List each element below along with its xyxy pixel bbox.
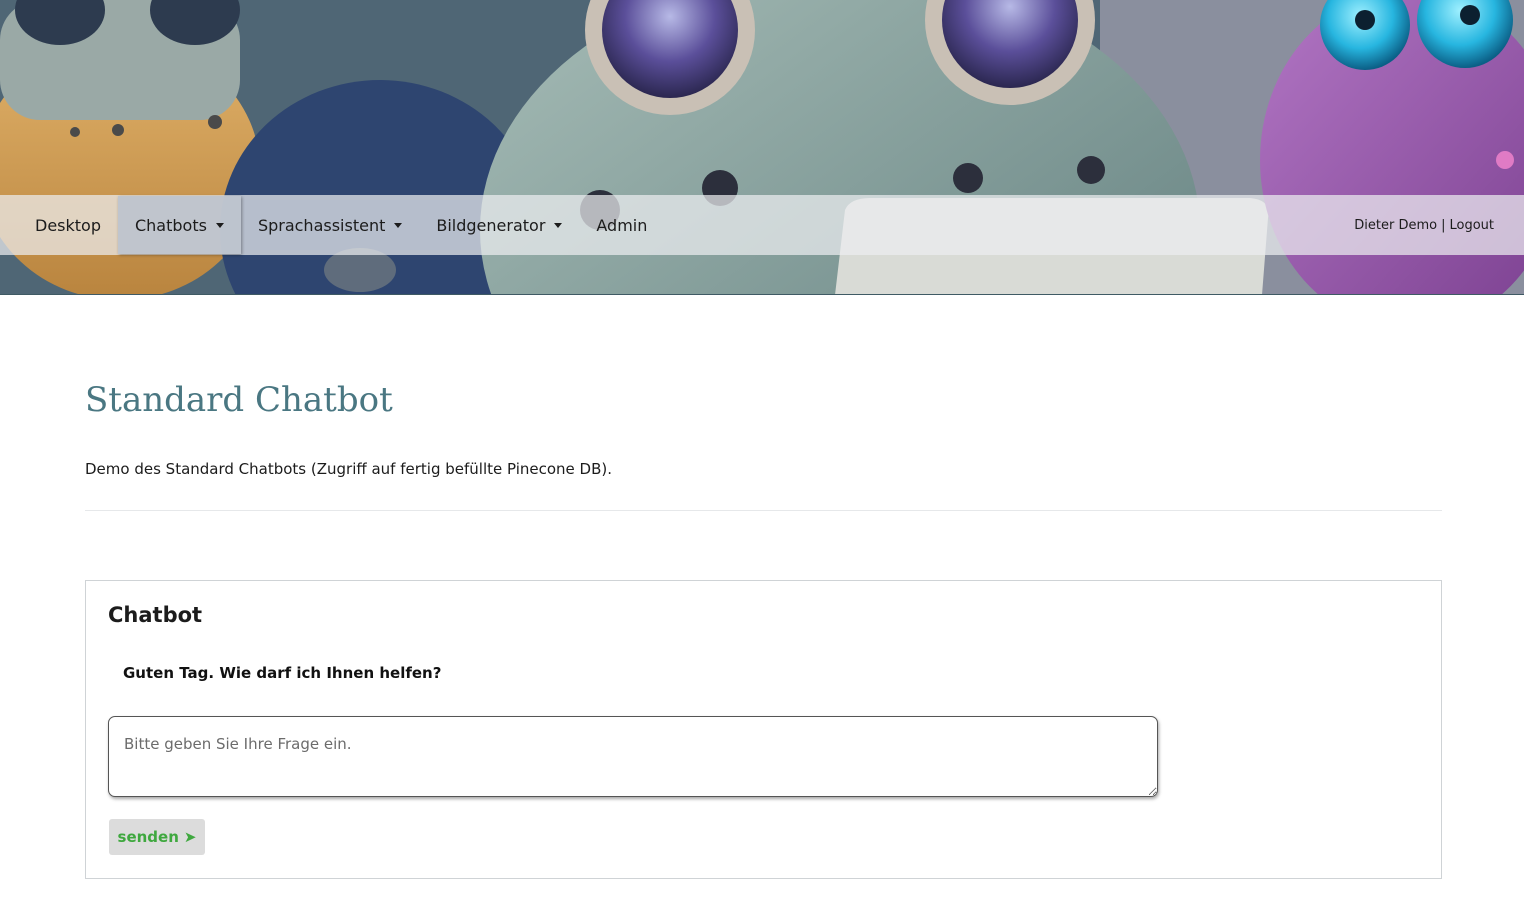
chatbot-card: Chatbot Guten Tag. Wie darf ich Ihnen he… bbox=[85, 580, 1442, 879]
nav-item-label: Desktop bbox=[35, 215, 101, 235]
send-button-label: senden bbox=[117, 828, 179, 846]
caret-down-icon bbox=[554, 222, 563, 228]
nav-item-admin[interactable]: Admin bbox=[579, 196, 664, 254]
nav-item-label: Bildgenerator bbox=[436, 215, 546, 235]
logout-link[interactable]: Logout bbox=[1449, 218, 1494, 233]
nav-item-chatbots[interactable]: Chatbots bbox=[117, 196, 241, 254]
user-area: Dieter Demo | Logout bbox=[1354, 195, 1494, 255]
send-button[interactable]: senden ➤ bbox=[109, 819, 205, 855]
caret-down-icon bbox=[215, 222, 224, 228]
send-arrow-icon: ➤ bbox=[183, 828, 197, 846]
user-separator: | bbox=[1441, 217, 1446, 233]
nav-item-bildgenerator[interactable]: Bildgenerator bbox=[419, 196, 579, 254]
page-title: Standard Chatbot bbox=[85, 380, 393, 420]
nav-item-label: Sprachassistent bbox=[257, 215, 386, 235]
chatbot-greeting: Guten Tag. Wie darf ich Ihnen helfen? bbox=[123, 664, 442, 682]
divider bbox=[85, 510, 1442, 511]
page-description: Demo des Standard Chatbots (Zugriff auf … bbox=[85, 460, 613, 478]
caret-down-icon bbox=[394, 222, 403, 228]
nav-item-label: Chatbots bbox=[134, 215, 207, 235]
main-navbar: Desktop Chatbots Sprachassistent Bildgen… bbox=[0, 195, 1524, 255]
chatbot-card-title: Chatbot bbox=[108, 603, 203, 627]
nav-item-desktop[interactable]: Desktop bbox=[18, 196, 118, 254]
main-content: Standard Chatbot Demo des Standard Chatb… bbox=[85, 295, 1442, 879]
question-input[interactable] bbox=[108, 716, 1158, 797]
user-name-link[interactable]: Dieter Demo bbox=[1354, 218, 1437, 233]
nav-item-sprachassistent[interactable]: Sprachassistent bbox=[241, 196, 419, 254]
nav-menu: Desktop Chatbots Sprachassistent Bildgen… bbox=[0, 195, 664, 255]
header-banner: Desktop Chatbots Sprachassistent Bildgen… bbox=[0, 0, 1524, 295]
nav-item-label: Admin bbox=[596, 215, 648, 235]
